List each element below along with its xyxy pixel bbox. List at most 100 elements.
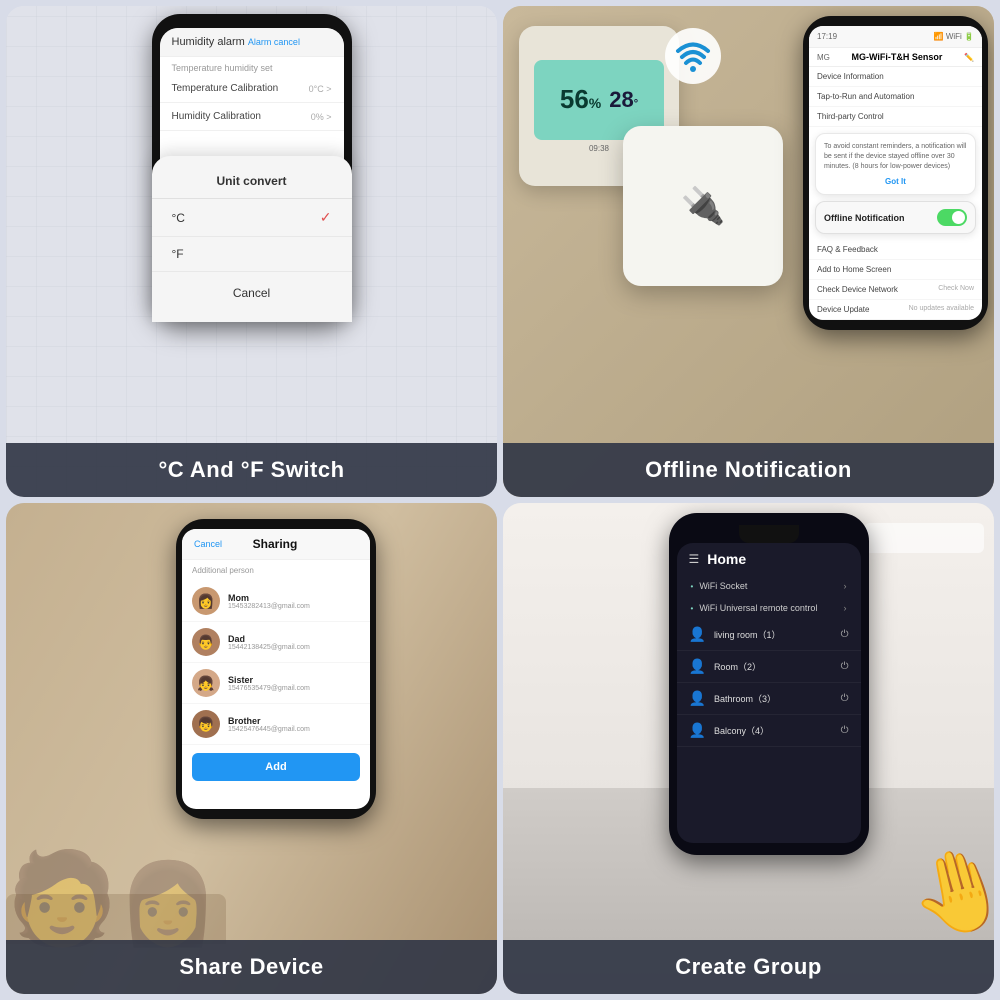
power-icon-1: ⏻ — [841, 629, 849, 640]
temp-calibration-label: Temperature Calibration — [172, 83, 279, 94]
sister-email: 15476535479@gmail.com — [228, 685, 360, 692]
dad-avatar: 👨 — [192, 628, 220, 656]
sharing-person-sister: 👧 Sister 15476535479@gmail.com — [182, 663, 370, 704]
add-home-screen-row[interactable]: Add to Home Screen — [809, 260, 982, 280]
unit-cancel-btn[interactable]: Cancel — [160, 276, 344, 308]
check-now-value: Check Now — [938, 285, 974, 294]
temp-reading: 28° — [609, 87, 638, 113]
cell4-label: Create Group — [503, 940, 994, 994]
add-person-button[interactable]: Add — [192, 753, 360, 781]
c2-signal-icons: 📶 WiFi 🔋 — [934, 32, 974, 41]
sister-avatar: 👧 — [192, 669, 220, 697]
wifi-remote-label: WiFi Universal remote control — [699, 603, 817, 613]
c2-tap-run[interactable]: Tap-to-Run and Automation — [809, 87, 982, 107]
temp-calibration-row: Temperature Calibration 0°C > — [160, 75, 344, 103]
no-updates-value: No updates available — [909, 305, 974, 314]
mom-info: Mom 15453282413@gmail.com — [228, 593, 360, 610]
mom-emoji: 👩 — [197, 593, 214, 610]
wifi-remote-item[interactable]: • WiFi Universal remote control › — [677, 597, 861, 619]
faq-label: FAQ & Feedback — [817, 245, 878, 254]
mom-name: Mom — [228, 593, 360, 603]
humidity-calibration-row: Humidity Calibration 0% > — [160, 103, 344, 131]
hamburger-icon[interactable]: ☰ — [689, 552, 700, 566]
phone-notch — [739, 525, 799, 543]
humidity-calibration-value: 0% > — [311, 112, 332, 122]
power-icon-2: ⏻ — [841, 661, 849, 672]
socket-icon: 🔌 — [681, 185, 726, 227]
offline-notification-bar: Offline Notification — [815, 201, 976, 234]
dot-icon: • — [691, 582, 694, 591]
c2-device-header: MG MG-WiFi-T&H Sensor ✏️ — [809, 48, 982, 67]
cell2-label: Offline Notification — [503, 443, 994, 497]
cell3-label: Share Device — [6, 940, 497, 994]
dad-email: 15442138425@gmail.com — [228, 644, 360, 651]
room-living-room[interactable]: 👤 living room（1） ⏻ — [677, 619, 861, 651]
fahrenheit-label: °F — [172, 247, 184, 261]
ac-unit — [864, 523, 984, 553]
brother-name: Brother — [228, 716, 360, 726]
home-title: Home — [707, 551, 746, 567]
mg-icon: MG — [817, 53, 830, 62]
phone-celsius: Humidity alarm Alarm cancel Temperature … — [152, 14, 352, 322]
temp-humidity-section: Temperature humidity set — [160, 57, 344, 75]
c2-status-bar: 17:19 📶 WiFi 🔋 — [809, 26, 982, 48]
edit-icon: ✏️ — [964, 53, 974, 62]
sharing-screen: Cancel Sharing Additional person 👩 Mom 1… — [182, 529, 370, 809]
celsius-label: °C — [172, 211, 185, 225]
cell-share-device: 🧑 👩 Cancel Sharing Additional person 👩 — [6, 503, 497, 994]
room2-label: Room（2） — [714, 660, 833, 673]
c2-device-info[interactable]: Device Information — [809, 67, 982, 87]
room-balcony[interactable]: 👤 Balcony（4） ⏻ — [677, 715, 861, 747]
got-it-button[interactable]: Got It — [885, 177, 906, 186]
sharing-person-brother: 👦 Brother 15425476445@gmail.com — [182, 704, 370, 745]
faq-feedback-row[interactable]: FAQ & Feedback — [809, 240, 982, 260]
group-screen: ☰ Home • WiFi Socket › • WiFi Universal … — [677, 543, 861, 843]
cell1-label: °C And °F Switch — [6, 443, 497, 497]
cell-offline-notification: 56% 28° 09:38 🔌 17:19 📶 WiFi 🔋 — [503, 6, 994, 497]
c2-third-party[interactable]: Third-party Control — [809, 107, 982, 127]
offline-toggle[interactable] — [937, 209, 967, 226]
unit-convert-modal[interactable]: Unit convert °C ✓ °F Cancel — [160, 156, 344, 308]
sharing-person-mom: 👩 Mom 15453282413@gmail.com — [182, 581, 370, 622]
celsius-check: ✓ — [320, 209, 332, 226]
phone-group: ☰ Home • WiFi Socket › • WiFi Universal … — [669, 513, 869, 855]
balcony-label: Balcony（4） — [714, 724, 833, 737]
offline-overlay: To avoid constant reminders, a notificat… — [815, 133, 976, 195]
room-room2[interactable]: 👤 Room（2） ⏻ — [677, 651, 861, 683]
dad-emoji: 👨 — [197, 634, 214, 651]
sharing-cancel-btn[interactable]: Cancel — [194, 539, 222, 549]
fahrenheit-option[interactable]: °F — [160, 237, 344, 272]
unit-convert-title: Unit convert — [160, 168, 344, 199]
phone-sharing: Cancel Sharing Additional person 👩 Mom 1… — [176, 519, 376, 819]
sharing-header: Cancel Sharing — [182, 529, 370, 560]
living-room-label: living room（1） — [714, 628, 833, 641]
check-network-row[interactable]: Check Device Network Check Now — [809, 280, 982, 300]
add-home-label: Add to Home Screen — [817, 265, 891, 274]
power-icon-3: ⏻ — [841, 693, 849, 704]
temp-calibration-value: 0°C > — [309, 84, 332, 94]
brother-emoji: 👦 — [197, 716, 214, 733]
phone-screen-celsius: Humidity alarm Alarm cancel Temperature … — [160, 28, 344, 308]
wifi-socket-item[interactable]: • WiFi Socket › — [677, 575, 861, 597]
celsius-option[interactable]: °C ✓ — [160, 199, 344, 237]
socket-device: 🔌 — [623, 126, 783, 286]
c2-time: 17:19 — [817, 32, 837, 41]
sister-info: Sister 15476535479@gmail.com — [228, 675, 360, 692]
dad-info: Dad 15442138425@gmail.com — [228, 634, 360, 651]
person-icon-3: 👤 — [689, 690, 706, 707]
room-bathroom[interactable]: 👤 Bathroom（3） ⏻ — [677, 683, 861, 715]
sharing-title-text: Sharing — [253, 537, 298, 551]
offline-overlay-text: To avoid constant reminders, a notificat… — [824, 142, 967, 171]
dot-icon-2: • — [691, 604, 694, 613]
alarm-cancel-label: Alarm cancel — [248, 37, 300, 47]
sofa-decoration — [6, 894, 226, 944]
brother-avatar: 👦 — [192, 710, 220, 738]
offline-notif-label: Offline Notification — [824, 213, 905, 223]
device-name-label: MG-WiFi-T&H Sensor — [852, 52, 943, 62]
device-update-row[interactable]: Device Update No updates available — [809, 300, 982, 320]
group-app-header: ☰ Home — [677, 543, 861, 575]
cell-celsius-switch: Humidity alarm Alarm cancel Temperature … — [6, 6, 497, 497]
humidity-calibration-label: Humidity Calibration — [172, 111, 261, 122]
additional-person-label: Additional person — [182, 560, 370, 581]
person-icon-2: 👤 — [689, 658, 706, 675]
